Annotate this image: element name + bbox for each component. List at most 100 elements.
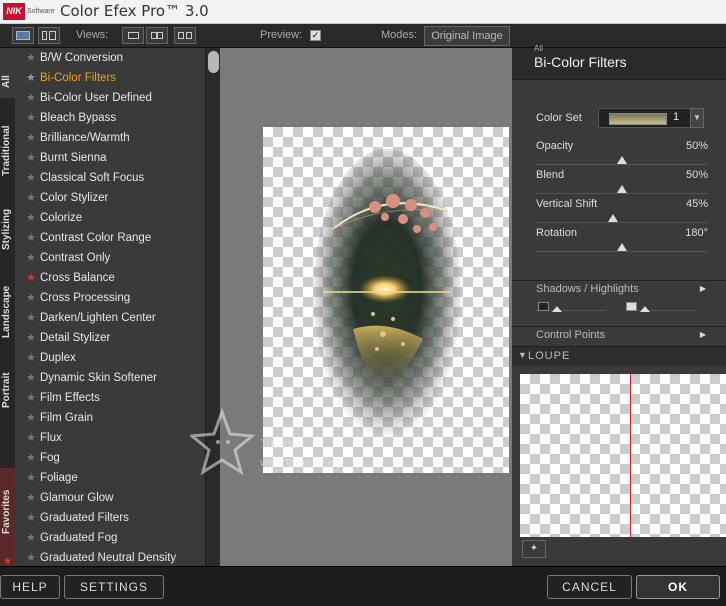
tab-all[interactable]: All [0, 48, 15, 98]
param-slider-track[interactable] [536, 164, 708, 165]
param-slider-track[interactable] [536, 193, 708, 194]
filter-item[interactable]: ★ Dynamic Skin Softener [15, 368, 205, 388]
param-slider-track[interactable] [536, 251, 708, 252]
single-view-icon[interactable] [12, 27, 34, 44]
filter-item[interactable]: ★ Graduated Neutral Density [15, 548, 205, 566]
star-icon[interactable]: ★ [26, 148, 36, 168]
filter-item[interactable]: ★ Graduated Fog [15, 528, 205, 548]
param-slider-knob[interactable] [617, 185, 627, 193]
star-icon[interactable]: ★ [26, 48, 36, 68]
star-icon[interactable]: ★ [26, 108, 36, 128]
filter-list-scrollbar[interactable] [205, 48, 220, 566]
filter-item[interactable]: ★ Darken/Lighten Center [15, 308, 205, 328]
star-icon[interactable]: ★ [26, 508, 36, 528]
filter-item[interactable]: ★ Film Grain [15, 408, 205, 428]
star-icon[interactable]: ★ [26, 188, 36, 208]
star-icon[interactable]: ★ [26, 128, 36, 148]
param-slider-knob[interactable] [608, 214, 619, 222]
expand-arrow-icon[interactable]: ▶ [700, 330, 706, 339]
filter-item[interactable]: ★ Contrast Only [15, 248, 205, 268]
filter-item-label: Duplex [40, 352, 76, 364]
view-side-by-side-button[interactable] [174, 27, 196, 44]
filter-item[interactable]: ★ Film Effects [15, 388, 205, 408]
highlights-knob[interactable] [640, 306, 650, 312]
param-slider-knob[interactable] [617, 156, 627, 164]
filter-item[interactable]: ★ Bi-Color Filters [15, 68, 205, 88]
filter-item-label: Bi-Color User Defined [40, 92, 152, 104]
settings-button[interactable]: SETTINGS [64, 575, 164, 599]
filter-item[interactable]: ★ Classical Soft Focus [15, 168, 205, 188]
filter-item-label: Film Effects [40, 392, 100, 404]
filter-item[interactable]: ★ Bleach Bypass [15, 108, 205, 128]
list-view-icon[interactable] [38, 27, 60, 44]
filter-item[interactable]: ★ Contrast Color Range [15, 228, 205, 248]
view-split-button[interactable] [146, 27, 168, 44]
filter-item[interactable]: ★ Detail Stylizer [15, 328, 205, 348]
scroll-thumb[interactable] [208, 51, 219, 73]
param-slider-track[interactable] [536, 222, 708, 223]
star-icon[interactable]: ★ [26, 408, 36, 428]
tab-stylizing[interactable]: Stylizing [0, 196, 15, 256]
shadows-highlights-section[interactable]: Shadows / Highlights ▶ [512, 280, 726, 298]
loupe-header[interactable]: ▼ LOUPE [512, 346, 726, 366]
nik-logo: NIK Software [3, 3, 55, 20]
tab-traditional[interactable]: Traditional [0, 110, 15, 180]
star-icon[interactable]: ★ [26, 208, 36, 228]
star-icon[interactable]: ★ [26, 168, 36, 188]
star-icon[interactable]: ★ [26, 348, 36, 368]
color-set-select[interactable]: 1 ▼ [598, 108, 704, 128]
tab-landscape-label: Landscape [1, 285, 12, 338]
filter-item[interactable]: ★ B/W Conversion [15, 48, 205, 68]
preview-area[interactable] [220, 48, 512, 566]
expand-arrow-icon[interactable]: ▶ [700, 284, 706, 293]
filter-item[interactable]: ★ Flux [15, 428, 205, 448]
star-icon[interactable]: ★ [26, 228, 36, 248]
filter-item[interactable]: ★ Bi-Color User Defined [15, 88, 205, 108]
filter-item[interactable]: ★ Glamour Glow [15, 488, 205, 508]
preview-checkbox[interactable]: ✓ [310, 30, 321, 41]
star-icon[interactable]: ★ [26, 528, 36, 548]
filter-item[interactable]: ★ Foliage [15, 468, 205, 488]
star-icon[interactable]: ★ [26, 368, 36, 388]
filter-item[interactable]: ★ Duplex [15, 348, 205, 368]
star-icon[interactable]: ★ [26, 68, 36, 88]
star-icon[interactable]: ★ [26, 428, 36, 448]
star-icon[interactable]: ★ [26, 268, 36, 288]
star-icon[interactable]: ★ [26, 288, 36, 308]
color-set-value: 1 [673, 111, 680, 123]
tab-favorites[interactable]: Favorites ★ [0, 468, 15, 567]
star-icon[interactable]: ★ [26, 328, 36, 348]
star-icon[interactable]: ★ [26, 88, 36, 108]
param-slider-knob[interactable] [617, 243, 627, 251]
filter-item[interactable]: ★ Color Stylizer [15, 188, 205, 208]
cancel-button[interactable]: CANCEL [547, 575, 632, 599]
tab-portrait[interactable]: Portrait [0, 358, 15, 414]
shadows-knob[interactable] [552, 306, 562, 312]
star-icon[interactable]: ★ [26, 468, 36, 488]
tab-landscape[interactable]: Landscape [0, 272, 15, 342]
loupe-view[interactable] [520, 374, 726, 537]
filter-item[interactable]: ★ Burnt Sienna [15, 148, 205, 168]
star-icon[interactable]: ★ [26, 548, 36, 566]
help-button[interactable]: HELP [0, 575, 60, 599]
star-icon[interactable]: ★ [26, 308, 36, 328]
views-label: Views: [76, 29, 109, 41]
nik-logo-sub: Software [27, 8, 55, 15]
pin-icon[interactable]: ✦ [522, 540, 546, 558]
control-points-section[interactable]: Control Points ▶ [512, 326, 726, 344]
star-icon[interactable]: ★ [26, 248, 36, 268]
ok-button[interactable]: OK [636, 575, 720, 599]
star-icon[interactable]: ★ [26, 388, 36, 408]
filter-item[interactable]: ★ Graduated Filters [15, 508, 205, 528]
chevron-down-icon[interactable]: ▼ [690, 108, 704, 128]
collapse-triangle-icon[interactable]: ▼ [518, 350, 527, 360]
filter-item[interactable]: ★ Cross Balance [15, 268, 205, 288]
view-single-button[interactable] [122, 27, 144, 44]
filter-item[interactable]: ★ Brilliance/Warmth [15, 128, 205, 148]
original-image-button[interactable]: Original Image [424, 26, 510, 46]
filter-item[interactable]: ★ Fog [15, 448, 205, 468]
filter-item[interactable]: ★ Cross Processing [15, 288, 205, 308]
star-icon[interactable]: ★ [26, 488, 36, 508]
filter-item[interactable]: ★ Colorize [15, 208, 205, 228]
star-icon[interactable]: ★ [26, 448, 36, 468]
